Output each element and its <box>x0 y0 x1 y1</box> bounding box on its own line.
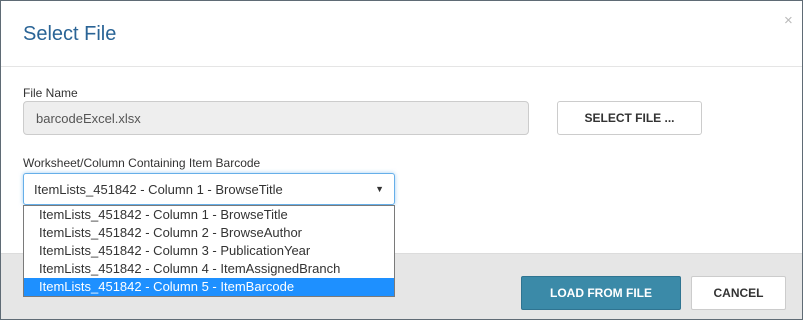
dropdown-arrow-icon: ▼ <box>375 184 384 194</box>
file-name-field[interactable] <box>23 101 529 135</box>
worksheet-column-select[interactable]: ItemLists_451842 - Column 1 - BrowseTitl… <box>23 173 395 205</box>
dropdown-option[interactable]: ItemLists_451842 - Column 2 - BrowseAuth… <box>24 224 394 242</box>
worksheet-column-selected-value: ItemLists_451842 - Column 1 - BrowseTitl… <box>34 181 283 197</box>
dialog-title: Select File <box>23 23 117 45</box>
select-file-dialog: Select File × File Name SELECT FILE ... … <box>0 0 803 320</box>
dialog-header: Select File × <box>1 1 802 67</box>
dropdown-option[interactable]: ItemLists_451842 - Column 5 - ItemBarcod… <box>24 278 394 296</box>
select-file-button[interactable]: SELECT FILE ... <box>557 101 702 135</box>
cancel-button[interactable]: CANCEL <box>691 276 786 310</box>
load-from-file-button[interactable]: LOAD FROM FILE <box>521 276 681 310</box>
worksheet-column-label: Worksheet/Column Containing Item Barcode <box>23 156 261 170</box>
dropdown-option[interactable]: ItemLists_451842 - Column 4 - ItemAssign… <box>24 260 394 278</box>
worksheet-column-options: ItemLists_451842 - Column 1 - BrowseTitl… <box>23 205 395 297</box>
dropdown-option[interactable]: ItemLists_451842 - Column 1 - BrowseTitl… <box>24 206 394 224</box>
close-icon[interactable]: × <box>784 13 793 28</box>
file-name-label: File Name <box>23 86 78 100</box>
dropdown-option[interactable]: ItemLists_451842 - Column 3 - Publicatio… <box>24 242 394 260</box>
